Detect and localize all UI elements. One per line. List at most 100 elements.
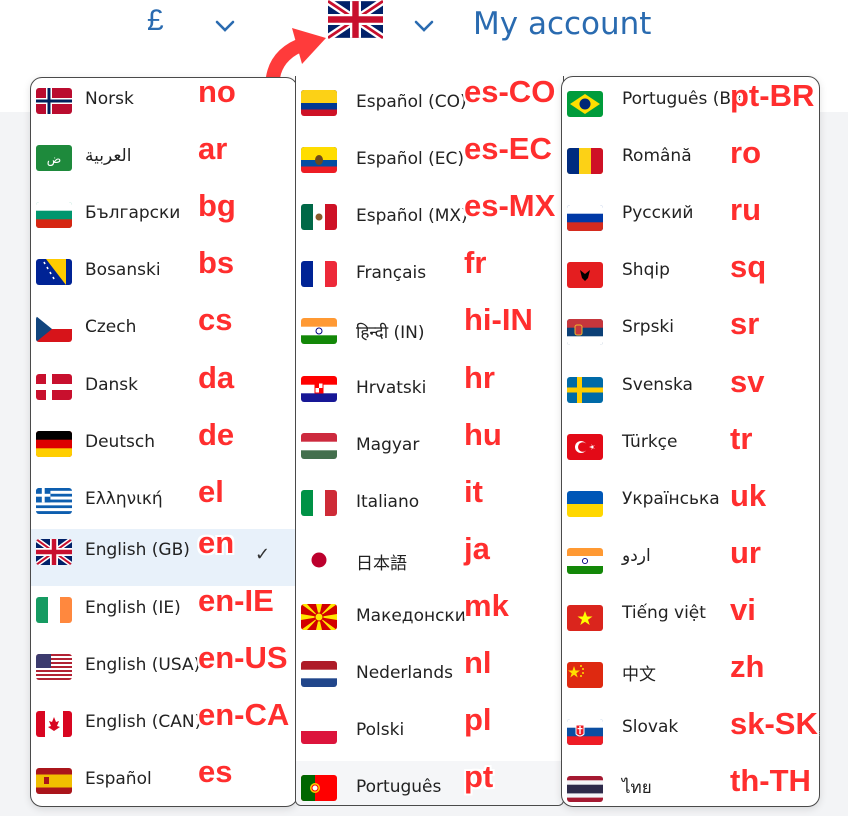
language-item-vi[interactable]: Tiếng việt [562, 591, 819, 648]
language-label: Español [85, 769, 152, 789]
language-label: Русский [622, 203, 694, 223]
language-item-cs[interactable]: Czech [31, 306, 297, 363]
colombia-flag-icon [301, 90, 337, 116]
romania-flag-icon [567, 148, 603, 174]
language-label: ไทย [622, 778, 652, 798]
language-item-sr[interactable]: Srpski [562, 305, 819, 362]
language-label: English (USA) [85, 655, 201, 675]
language-item-uk[interactable]: Українська [562, 477, 819, 534]
language-item-ar[interactable]: ض العربية [31, 135, 297, 192]
language-item-no[interactable]: Norsk [31, 78, 297, 135]
language-item-pl[interactable]: Polski [296, 704, 563, 761]
serbia-flag-icon [567, 319, 603, 345]
language-item-el[interactable]: Ελληνική [31, 478, 297, 535]
language-item-de[interactable]: Deutsch [31, 421, 297, 478]
netherlands-flag-icon [301, 661, 337, 687]
language-label: Македонски [356, 606, 466, 626]
chevron-down-icon[interactable] [212, 13, 238, 39]
czech-flag-icon [36, 316, 72, 342]
currency-selector[interactable]: £ [147, 4, 164, 38]
language-code-annotation: en-IE [198, 583, 274, 618]
language-label: Українська [622, 489, 720, 509]
language-label: 日本語 [356, 554, 407, 574]
language-code-annotation: es-EC [464, 131, 552, 166]
ecuador-flag-icon [301, 147, 337, 173]
language-label: Slovak [622, 717, 679, 737]
language-code-annotation: es [198, 754, 233, 789]
language-item-it[interactable]: Italiano [296, 476, 563, 533]
ireland-flag-icon [36, 597, 72, 623]
language-label: العربية [85, 146, 132, 166]
albania-flag-icon [567, 262, 603, 288]
language-code-annotation: en-CA [198, 697, 290, 732]
france-flag-icon [301, 261, 337, 287]
language-label: Svenska [622, 375, 693, 395]
header-bar: £ My account [0, 0, 848, 60]
language-label: Türkçe [622, 432, 678, 452]
language-item-bg[interactable]: Български [31, 192, 297, 249]
language-item-es[interactable]: Español [31, 758, 297, 806]
language-item-da[interactable]: Dansk [31, 364, 297, 421]
language-label: Nederlands [356, 663, 453, 683]
language-chevron-down-icon[interactable] [411, 13, 437, 39]
greece-flag-icon [36, 488, 72, 514]
svg-text:ض: ض [47, 152, 62, 167]
india-flag-icon [301, 318, 337, 344]
poland-flag-icon [301, 718, 337, 744]
language-column-3: Português (BR) Română Русский Shqip Srpski Sv… [561, 76, 820, 807]
my-account-link[interactable]: My account [473, 6, 651, 42]
language-item-ja[interactable]: 日本語 [296, 533, 563, 590]
language-code-annotation: nl [464, 645, 492, 680]
language-code-annotation: ja [464, 531, 490, 566]
language-label: हिन्दी (IN) [356, 323, 425, 343]
uk-flag-icon[interactable] [328, 0, 383, 39]
language-label: Czech [85, 317, 137, 337]
checkmark-icon: ✓ [255, 544, 271, 565]
language-code-annotation: bg [198, 188, 236, 223]
language-code-annotation: uk [730, 478, 767, 513]
language-code-annotation: ar [198, 131, 228, 166]
russia-flag-icon [567, 205, 603, 231]
language-item-fr[interactable]: Français [296, 247, 563, 304]
language-code-annotation: bs [198, 245, 235, 280]
language-label: English (GB) [85, 540, 190, 560]
language-code-annotation: sk-SK [730, 706, 818, 741]
slovakia-flag-icon [567, 719, 603, 745]
vietnam-flag-icon [567, 605, 603, 631]
language-item-ur[interactable]: اردو [562, 534, 819, 591]
language-item-ru[interactable]: Русский [562, 191, 819, 248]
language-label: Polski [356, 720, 405, 740]
language-item-nl[interactable]: Nederlands [296, 647, 563, 704]
language-item-zh[interactable]: 中文 [562, 648, 819, 705]
language-item-hr[interactable]: Hrvatski [296, 362, 563, 419]
language-label: English (IE) [85, 598, 181, 618]
language-code-annotation: sr [730, 306, 760, 341]
language-item-tr[interactable]: Türkçe [562, 420, 819, 477]
language-item-sq[interactable]: Shqip [562, 248, 819, 305]
language-item-sv[interactable]: Svenska [562, 363, 819, 420]
language-item-bs[interactable]: Bosanski [31, 249, 297, 306]
language-item-hu[interactable]: Magyar [296, 419, 563, 476]
language-label: Shqip [622, 260, 670, 280]
pakistan-flag-icon [567, 548, 603, 574]
language-item-pt[interactable]: Português [296, 761, 563, 805]
language-label: Tiếng việt [622, 603, 706, 623]
language-code-annotation: en [198, 525, 235, 560]
language-code-annotation: pt-BR [730, 78, 815, 113]
language-label: Español (MX) [356, 206, 468, 226]
ukraine-flag-icon [567, 491, 603, 517]
language-code-annotation: cs [198, 302, 233, 337]
language-code-annotation: hr [464, 360, 495, 395]
thailand-flag-icon [567, 776, 603, 802]
norway-flag-icon [36, 88, 72, 114]
language-item-ro[interactable]: Română [562, 134, 819, 191]
uk-flag-icon [36, 539, 72, 565]
language-code-annotation: th-TH [730, 763, 811, 798]
mexico-flag-icon [301, 204, 337, 230]
language-code-annotation: mk [464, 588, 509, 623]
language-code-annotation: es-CO [464, 74, 556, 109]
language-code-annotation: ru [730, 192, 761, 227]
language-code-annotation: it [464, 474, 483, 509]
language-item-mk[interactable]: Македонски [296, 590, 563, 647]
language-item-en[interactable]: English (GB) ✓ [31, 529, 297, 586]
